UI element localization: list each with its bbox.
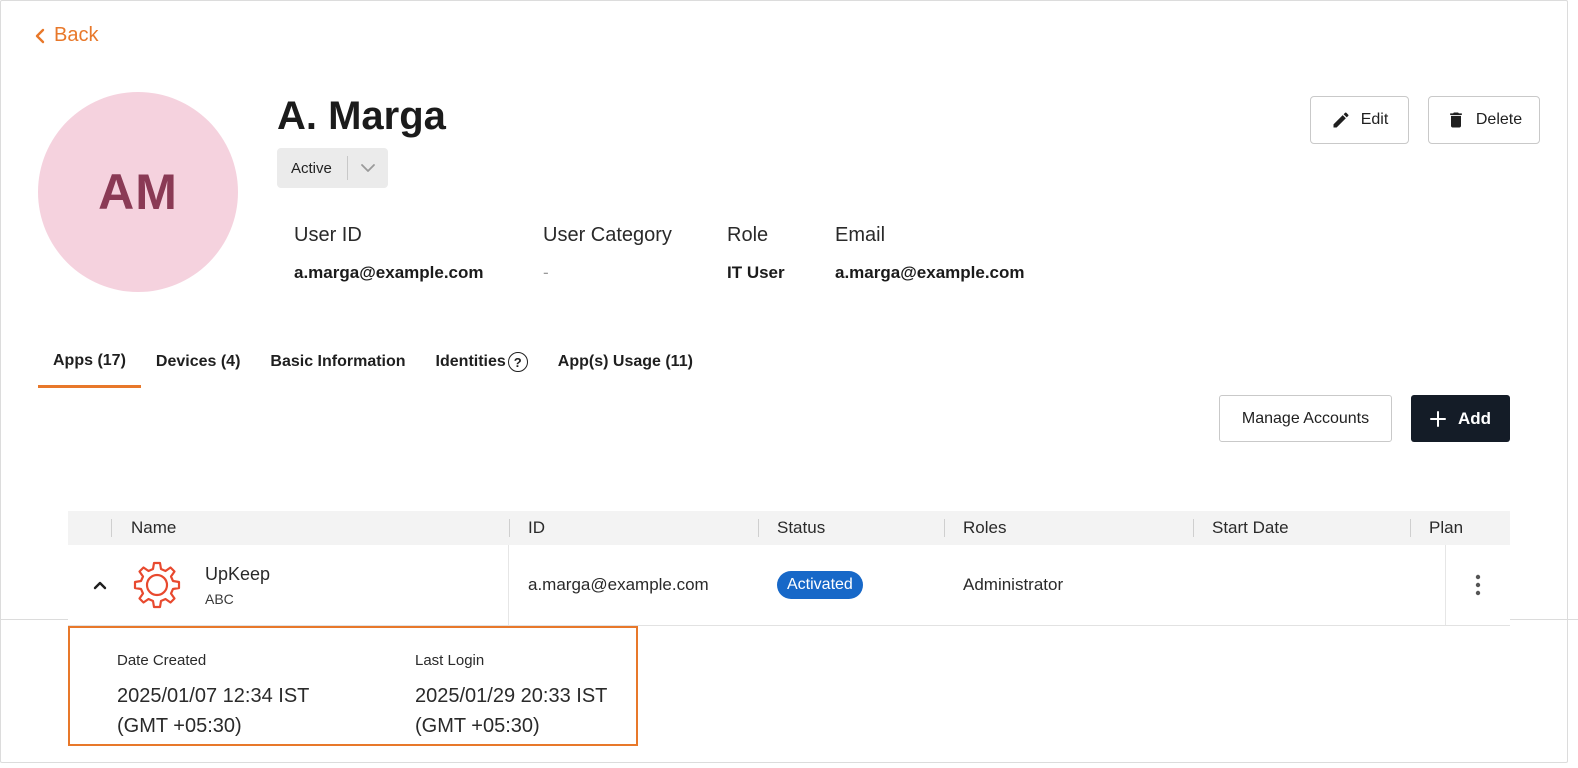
tab-bar: Apps (17) Devices (4) Basic Information … (38, 336, 708, 388)
delete-button[interactable]: Delete (1428, 96, 1540, 144)
info-role: Role IT User (727, 224, 785, 283)
column-divider (111, 519, 112, 537)
edit-label: Edit (1360, 111, 1389, 128)
last-login-timezone: (GMT +05:30) (415, 715, 540, 737)
column-divider (508, 545, 509, 625)
row-details-panel: Date Created 2025/01/07 12:34 IST (GMT +… (68, 626, 638, 746)
add-button[interactable]: Add (1411, 395, 1510, 442)
app-name-cell[interactable]: UpKeep ABC (205, 545, 270, 625)
manage-accounts-button[interactable]: Manage Accounts (1219, 395, 1392, 442)
info-value: IT User (727, 263, 785, 282)
roles-cell: Administrator (963, 575, 1064, 594)
chevron-down-icon[interactable] (348, 163, 388, 173)
tab-app-usage[interactable]: App(s) Usage (11) (543, 336, 708, 388)
avatar-initials: AM (98, 164, 178, 220)
edit-button[interactable]: Edit (1310, 96, 1409, 144)
tab-identities-label: Identities (435, 353, 506, 370)
user-name: A. Marga (277, 94, 446, 138)
gear-icon (133, 545, 181, 625)
tab-apps[interactable]: Apps (17) (38, 336, 141, 388)
column-divider (758, 519, 759, 537)
app-name: UpKeep (205, 563, 271, 584)
chevron-left-icon (35, 28, 45, 43)
column-divider (944, 519, 945, 537)
status-badge: Activated (777, 571, 863, 599)
delete-label: Delete (1475, 111, 1523, 128)
collapse-row-button[interactable] (92, 545, 108, 625)
info-user-category: User Category - (543, 224, 672, 283)
column-header-name[interactable]: Name (131, 511, 176, 545)
back-link[interactable]: Back (34, 24, 98, 47)
column-divider (1445, 545, 1446, 625)
info-email: Email a.marga@example.com (835, 224, 1025, 283)
status-cell: Activated (777, 545, 863, 625)
date-created-timezone: (GMT +05:30) (117, 715, 242, 737)
date-created-datetime: 2025/01/07 12:34 IST (117, 685, 310, 707)
account-id: a.marga@example.com (528, 575, 709, 594)
avatar: AM (38, 92, 238, 292)
plus-icon (1429, 410, 1446, 427)
back-label: Back (54, 24, 99, 46)
column-divider (1410, 519, 1411, 537)
info-label: User ID (294, 224, 362, 246)
help-circle-icon[interactable]: ? (507, 352, 528, 372)
app-subtitle: ABC (205, 590, 234, 607)
date-created-value: 2025/01/07 12:34 IST (GMT +05:30) (117, 681, 309, 741)
column-divider (1193, 519, 1194, 537)
column-header-roles[interactable]: Roles (963, 511, 1006, 545)
date-created-label: Date Created (117, 652, 207, 669)
column-header-status[interactable]: Status (777, 511, 825, 545)
last-login-value: 2025/01/29 20:33 IST (GMT +05:30) (415, 681, 607, 741)
tab-devices[interactable]: Devices (4) (141, 336, 256, 388)
pencil-icon (1333, 112, 1349, 128)
more-vertical-icon (1475, 574, 1481, 596)
info-value: - (543, 263, 549, 282)
last-login: Last Login 2025/01/29 20:33 IST (GMT +05… (415, 652, 607, 741)
info-user-id: User ID a.marga@example.com (294, 224, 484, 283)
column-header-id[interactable]: ID (528, 511, 545, 545)
tab-identities[interactable]: Identities ? (421, 336, 543, 388)
status-dropdown[interactable]: Active (277, 148, 388, 188)
last-login-datetime: 2025/01/29 20:33 IST (415, 685, 608, 707)
info-value: a.marga@example.com (835, 263, 1025, 282)
add-label: Add (1457, 408, 1492, 428)
info-label: User Category (543, 224, 672, 246)
status-value: Active (291, 159, 332, 177)
info-value: a.marga@example.com (294, 263, 484, 282)
column-divider (509, 519, 510, 537)
chevron-up-icon (93, 581, 107, 590)
info-label: Email (835, 224, 886, 246)
info-label: Role (727, 224, 769, 246)
row-actions-button[interactable] (1475, 545, 1481, 625)
table-header: Name ID Status Roles Start Date Plan (68, 511, 1510, 545)
last-login-label: Last Login (415, 652, 485, 669)
table-row: UpKeep ABC a.marga@example.com Activated… (68, 545, 1510, 626)
column-header-start-date[interactable]: Start Date (1212, 511, 1289, 545)
date-created: Date Created 2025/01/07 12:34 IST (GMT +… (117, 652, 309, 741)
trash-icon (1450, 112, 1462, 128)
tab-basic-information[interactable]: Basic Information (255, 336, 420, 388)
column-header-plan[interactable]: Plan (1429, 511, 1463, 545)
